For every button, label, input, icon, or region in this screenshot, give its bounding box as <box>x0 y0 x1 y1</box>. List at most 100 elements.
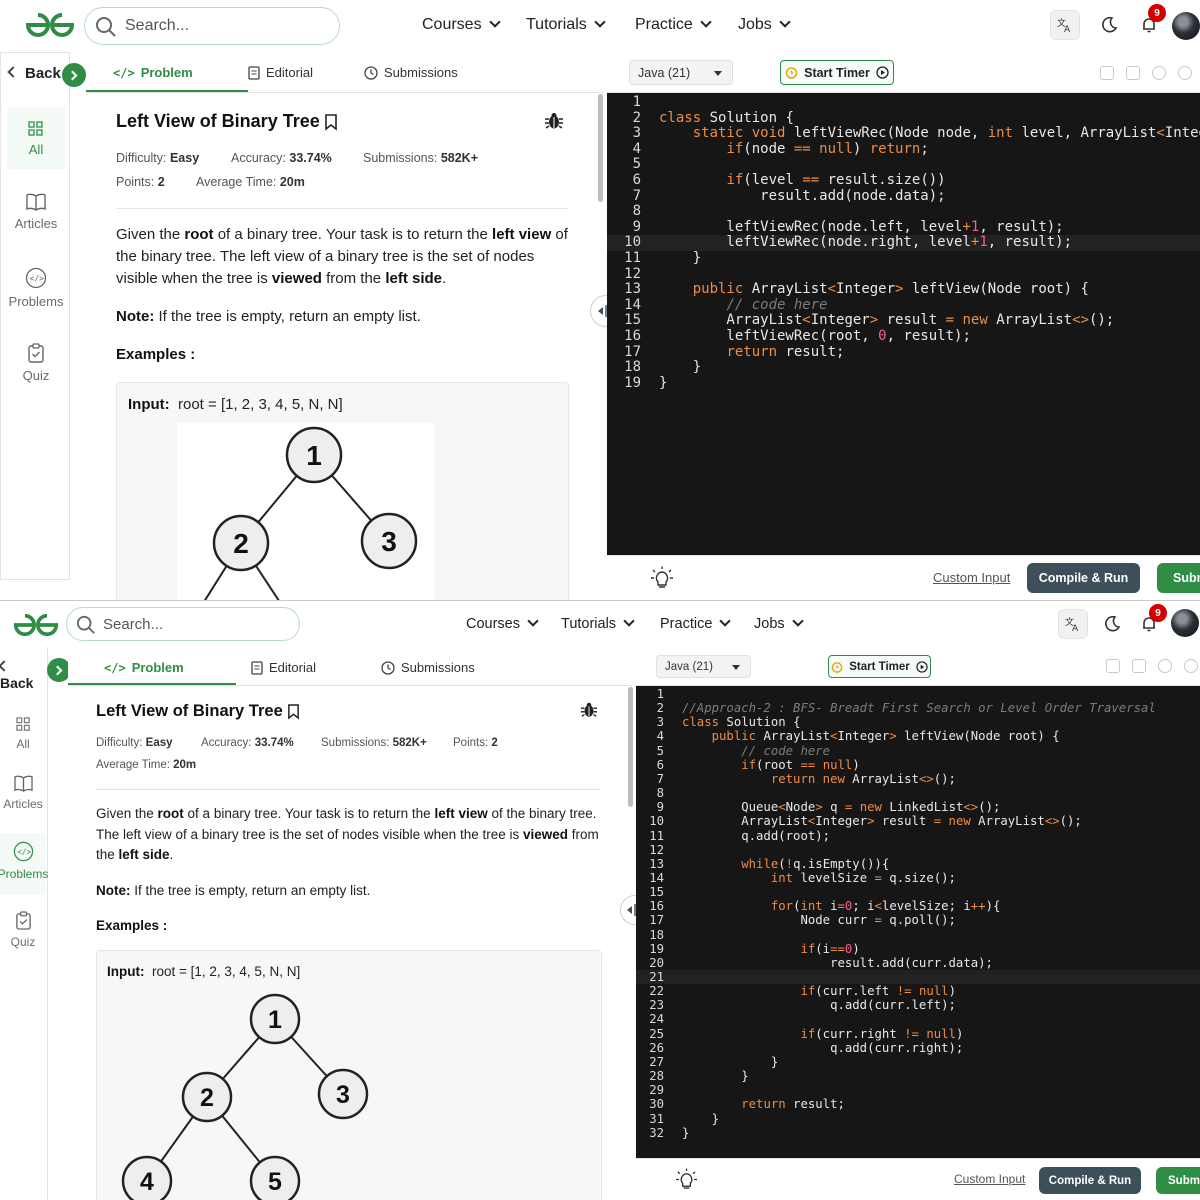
code-line[interactable]: return new ArrayList<>(); <box>682 772 956 786</box>
scrollbar-thumb[interactable] <box>628 687 633 807</box>
sidebar-item-problems[interactable]: </> Problems <box>3 267 69 327</box>
dark-mode-button[interactable] <box>1094 10 1124 40</box>
sidebar-item-quiz[interactable]: Quiz <box>0 911 46 971</box>
code-line[interactable]: class Solution { <box>682 715 800 729</box>
tab-problem[interactable]: </> Problem <box>113 65 193 80</box>
code-line[interactable]: } <box>682 1055 778 1069</box>
compile-run-button[interactable]: Compile & Run <box>1039 1167 1141 1194</box>
code-line[interactable]: // code here <box>659 297 827 314</box>
sidebar-item-articles[interactable]: Articles <box>7 193 65 253</box>
code-line[interactable]: return result; <box>682 1097 845 1111</box>
code-line[interactable]: Node curr = q.poll(); <box>682 913 956 927</box>
code-line[interactable]: Queue<Node> q = new LinkedList<>(); <box>682 800 1000 814</box>
submit-button[interactable]: Submit <box>1157 563 1200 593</box>
sidebar-item-articles[interactable]: Articles <box>0 775 46 835</box>
tab-editorial[interactable]: Editorial <box>248 65 313 80</box>
menu-jobs[interactable]: Jobs <box>754 615 804 632</box>
bug-report-icon[interactable] <box>544 111 564 131</box>
bug-report-icon[interactable] <box>580 701 598 719</box>
code-line[interactable]: if(curr.right != null) <box>682 1027 963 1041</box>
export-icon[interactable] <box>1132 659 1146 673</box>
code-line[interactable]: int levelSize = q.size(); <box>682 871 956 885</box>
settings-icon[interactable] <box>1158 659 1172 673</box>
code-line[interactable]: if(node == null) return; <box>659 141 928 158</box>
menu-practice[interactable]: Practice <box>635 16 712 34</box>
code-line[interactable]: for(int i=0; i<levelSize; i++){ <box>682 899 1001 913</box>
code-line[interactable]: q.add(curr.left); <box>682 998 956 1012</box>
compile-run-button[interactable]: Compile & Run <box>1027 563 1140 593</box>
menu-practice[interactable]: Practice <box>660 615 732 632</box>
submit-button[interactable]: Submit <box>1156 1167 1200 1194</box>
sidebar-item-all[interactable]: All <box>0 717 46 777</box>
tab-problem[interactable]: </> Problem <box>104 660 184 675</box>
copy-icon[interactable] <box>1100 66 1114 80</box>
code-line[interactable]: static void leftViewRec(Node node, int l… <box>659 125 1200 142</box>
lightbulb-icon[interactable] <box>651 566 673 590</box>
menu-jobs[interactable]: Jobs <box>738 16 791 34</box>
code-line[interactable]: } <box>659 250 701 267</box>
translate-button[interactable]: 文A <box>1058 609 1088 639</box>
avatar[interactable] <box>1171 609 1199 637</box>
code-line[interactable]: result.add(curr.data); <box>682 956 993 970</box>
reset-icon[interactable] <box>1178 66 1192 80</box>
code-line[interactable]: leftViewRec(node.left, level+1, result); <box>659 219 1063 236</box>
start-timer-button[interactable]: Start Timer <box>828 655 931 678</box>
search-input[interactable]: Search... <box>66 607 300 641</box>
reset-icon[interactable] <box>1184 659 1198 673</box>
code-line[interactable]: q.add(root); <box>682 829 830 843</box>
code-line[interactable]: leftViewRec(node.right, level+1, result)… <box>659 235 1072 251</box>
custom-input-link[interactable]: Custom Input <box>933 570 1010 585</box>
code-line[interactable]: } <box>682 1069 748 1083</box>
code-line[interactable]: if(i==0) <box>682 942 859 956</box>
sidebar-item-problems[interactable]: </> Problems <box>0 833 48 895</box>
gfg-logo-icon[interactable] <box>12 612 60 638</box>
back-button[interactable]: Back <box>0 659 47 691</box>
lightbulb-icon[interactable] <box>676 1168 697 1191</box>
code-line[interactable]: while(!q.isEmpty()){ <box>682 857 889 871</box>
code-line[interactable]: leftViewRec(root, 0, result); <box>659 328 970 345</box>
back-button[interactable]: Back <box>7 65 61 82</box>
code-line[interactable]: public ArrayList<Integer> leftView(Node … <box>659 281 1089 298</box>
menu-tutorials[interactable]: Tutorials <box>526 16 606 34</box>
search-input[interactable]: Search... <box>84 7 340 45</box>
code-line[interactable]: if(level == result.size()) <box>659 172 945 189</box>
export-icon[interactable] <box>1126 66 1140 80</box>
code-line[interactable]: q.add(curr.right); <box>682 1041 963 1055</box>
code-editor[interactable]: 1 2 //Approach-2 : BFS- Breadt First Searc… <box>636 686 1200 1158</box>
code-line[interactable]: } <box>659 360 701 376</box>
code-line[interactable]: ArrayList<Integer> result = new ArrayLis… <box>682 814 1082 828</box>
avatar[interactable] <box>1172 12 1200 40</box>
code-line[interactable]: } <box>682 1112 719 1126</box>
bookmark-icon[interactable] <box>287 703 300 720</box>
menu-courses[interactable]: Courses <box>466 615 539 632</box>
settings-icon[interactable] <box>1152 66 1166 80</box>
menu-courses[interactable]: Courses <box>422 16 501 34</box>
scrollbar-thumb[interactable] <box>598 94 603 202</box>
code-editor[interactable]: 1 2 class Solution {3 static void leftView… <box>607 93 1200 555</box>
code-line[interactable]: if(root == null) <box>682 758 859 772</box>
code-line[interactable]: class Solution { <box>659 110 794 127</box>
code-line[interactable]: result.add(node.data); <box>659 188 945 205</box>
code-line[interactable]: } <box>659 375 667 392</box>
code-line[interactable]: ArrayList<Integer> result = new ArrayLis… <box>659 313 1114 329</box>
code-line[interactable]: return result; <box>659 344 844 361</box>
language-select[interactable]: Java (21) <box>656 655 751 678</box>
translate-button[interactable]: 文A <box>1050 10 1080 40</box>
sidebar-item-quiz[interactable]: Quiz <box>7 343 65 403</box>
custom-input-link[interactable]: Custom Input <box>954 1172 1025 1186</box>
dark-mode-button[interactable] <box>1097 609 1127 639</box>
expand-sidebar-button[interactable] <box>62 63 86 87</box>
tab-submissions[interactable]: Submissions <box>364 65 458 80</box>
bookmark-icon[interactable] <box>324 113 338 131</box>
start-timer-button[interactable]: Start Timer <box>780 60 894 85</box>
menu-tutorials[interactable]: Tutorials <box>561 615 635 632</box>
code-line[interactable]: // code here <box>682 744 830 758</box>
code-line[interactable]: } <box>682 1126 689 1140</box>
code-line[interactable]: if(curr.left != null) <box>682 984 956 998</box>
language-select[interactable]: Java (21) <box>629 60 733 85</box>
gfg-logo-icon[interactable] <box>24 11 76 39</box>
tab-submissions[interactable]: Submissions <box>381 660 475 675</box>
code-line[interactable]: //Approach-2 : BFS- Breadt First Search … <box>682 701 1156 715</box>
code-line[interactable]: public ArrayList<Integer> leftView(Node … <box>682 729 1060 743</box>
sidebar-item-all[interactable]: All <box>7 107 65 169</box>
